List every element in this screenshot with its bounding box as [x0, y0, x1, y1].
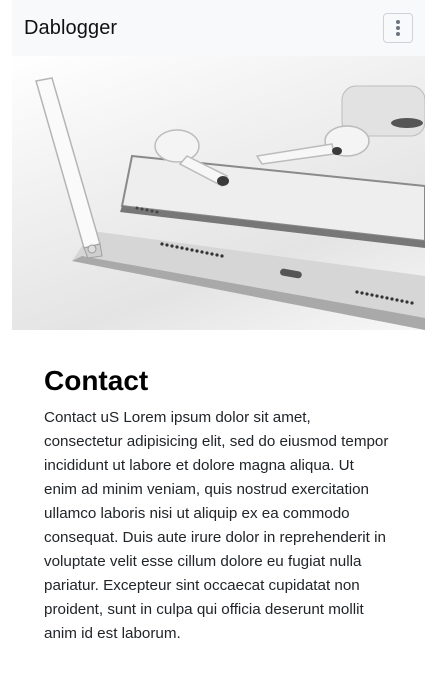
- hero-illustration: [35, 77, 425, 330]
- navbar-toggle-button[interactable]: [383, 13, 413, 43]
- kebab-menu-icon: [396, 20, 400, 36]
- navbar: Dablogger: [12, 0, 425, 56]
- brand-link[interactable]: Dablogger: [24, 17, 117, 40]
- main-content: Contact Contact uS Lorem ipsum dolor sit…: [44, 364, 389, 646]
- page-title: Contact: [44, 365, 149, 396]
- contact-paragraph: Contact uS Lorem ipsum dolor sit amet, c…: [44, 409, 389, 642]
- hero-image: [12, 56, 425, 330]
